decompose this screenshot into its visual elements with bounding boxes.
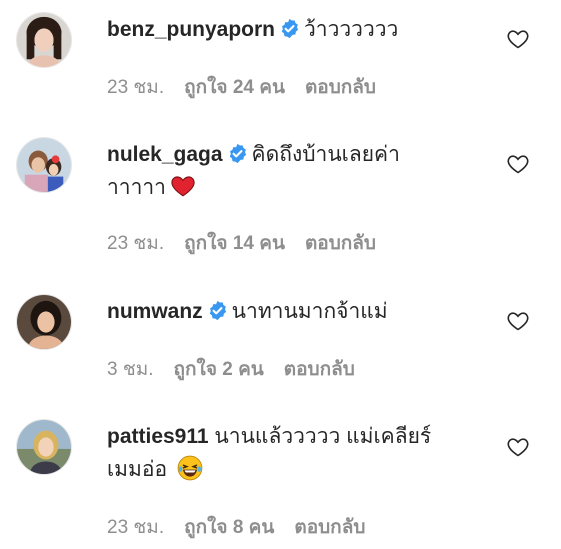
avatar[interactable] bbox=[16, 137, 72, 193]
verified-badge-icon bbox=[279, 16, 300, 39]
comment-text: นาทานมากจ้าแม่ bbox=[231, 300, 388, 323]
comment-time: 23 ชม. bbox=[107, 233, 165, 254]
comment-meta: 23 ชม. ถูกใจ 24 คน ตอบกลับ bbox=[107, 72, 396, 102]
comment-body: patties911 นานแล้ววววว แม่เคลียร์เมมอ่อ bbox=[107, 420, 487, 486]
reply-button[interactable]: ตอบกลับ bbox=[294, 517, 365, 538]
like-heart-icon[interactable] bbox=[506, 435, 530, 459]
comment-username[interactable]: patties911 bbox=[107, 425, 209, 448]
laughing-tears-emoji-icon bbox=[177, 455, 203, 481]
comment-meta: 23 ชม. ถูกใจ 8 คน ตอบกลับ bbox=[107, 512, 385, 542]
comment-time: 23 ชม. bbox=[107, 77, 165, 98]
comment-text-continued: าาาาา bbox=[107, 176, 166, 199]
reply-button[interactable]: ตอบกลับ bbox=[305, 77, 376, 98]
comment-username[interactable]: numwanz bbox=[107, 300, 203, 323]
red-heart-emoji-icon bbox=[170, 173, 196, 199]
comment-likes-link[interactable]: ถูกใจ 24 คน bbox=[184, 77, 285, 98]
reply-button[interactable]: ตอบกลับ bbox=[284, 359, 355, 380]
comment-username[interactable]: benz_punyaporn bbox=[107, 18, 275, 41]
like-heart-icon[interactable] bbox=[506, 152, 530, 176]
comment-text-continued: เมมอ่อ bbox=[107, 458, 168, 481]
avatar[interactable] bbox=[16, 419, 72, 475]
comment-time: 3 ชม. bbox=[107, 359, 154, 380]
comment-text: นานแล้ววววว แม่เคลียร์ bbox=[214, 425, 432, 448]
comment-username[interactable]: nulek_gaga bbox=[107, 143, 223, 166]
verified-badge-icon bbox=[227, 141, 248, 164]
comment-time: 23 ชม. bbox=[107, 517, 165, 538]
comment-meta: 3 ชม. ถูกใจ 2 คน ตอบกลับ bbox=[107, 354, 375, 384]
like-heart-icon[interactable] bbox=[506, 309, 530, 333]
comment-text: คิดถึงบ้านเลยค่า bbox=[251, 143, 400, 166]
comment-likes-link[interactable]: ถูกใจ 8 คน bbox=[184, 517, 274, 538]
comment-body: numwanz นาทานมากจ้าแม่ bbox=[107, 295, 487, 328]
comment-likes-link[interactable]: ถูกใจ 2 คน bbox=[174, 359, 264, 380]
verified-badge-icon bbox=[207, 298, 228, 321]
comment-text: ว้าวววววว bbox=[304, 18, 399, 41]
avatar[interactable] bbox=[16, 294, 72, 350]
comment-likes-link[interactable]: ถูกใจ 14 คน bbox=[184, 233, 285, 254]
avatar[interactable] bbox=[16, 12, 72, 68]
comment-body: benz_punyaporn ว้าวววววว bbox=[107, 13, 487, 46]
like-heart-icon[interactable] bbox=[506, 27, 530, 51]
reply-button[interactable]: ตอบกลับ bbox=[305, 233, 376, 254]
comment-meta: 23 ชม. ถูกใจ 14 คน ตอบกลับ bbox=[107, 228, 396, 258]
comment-body: nulek_gaga คิดถึงบ้านเลยค่าาาาาา bbox=[107, 138, 467, 204]
